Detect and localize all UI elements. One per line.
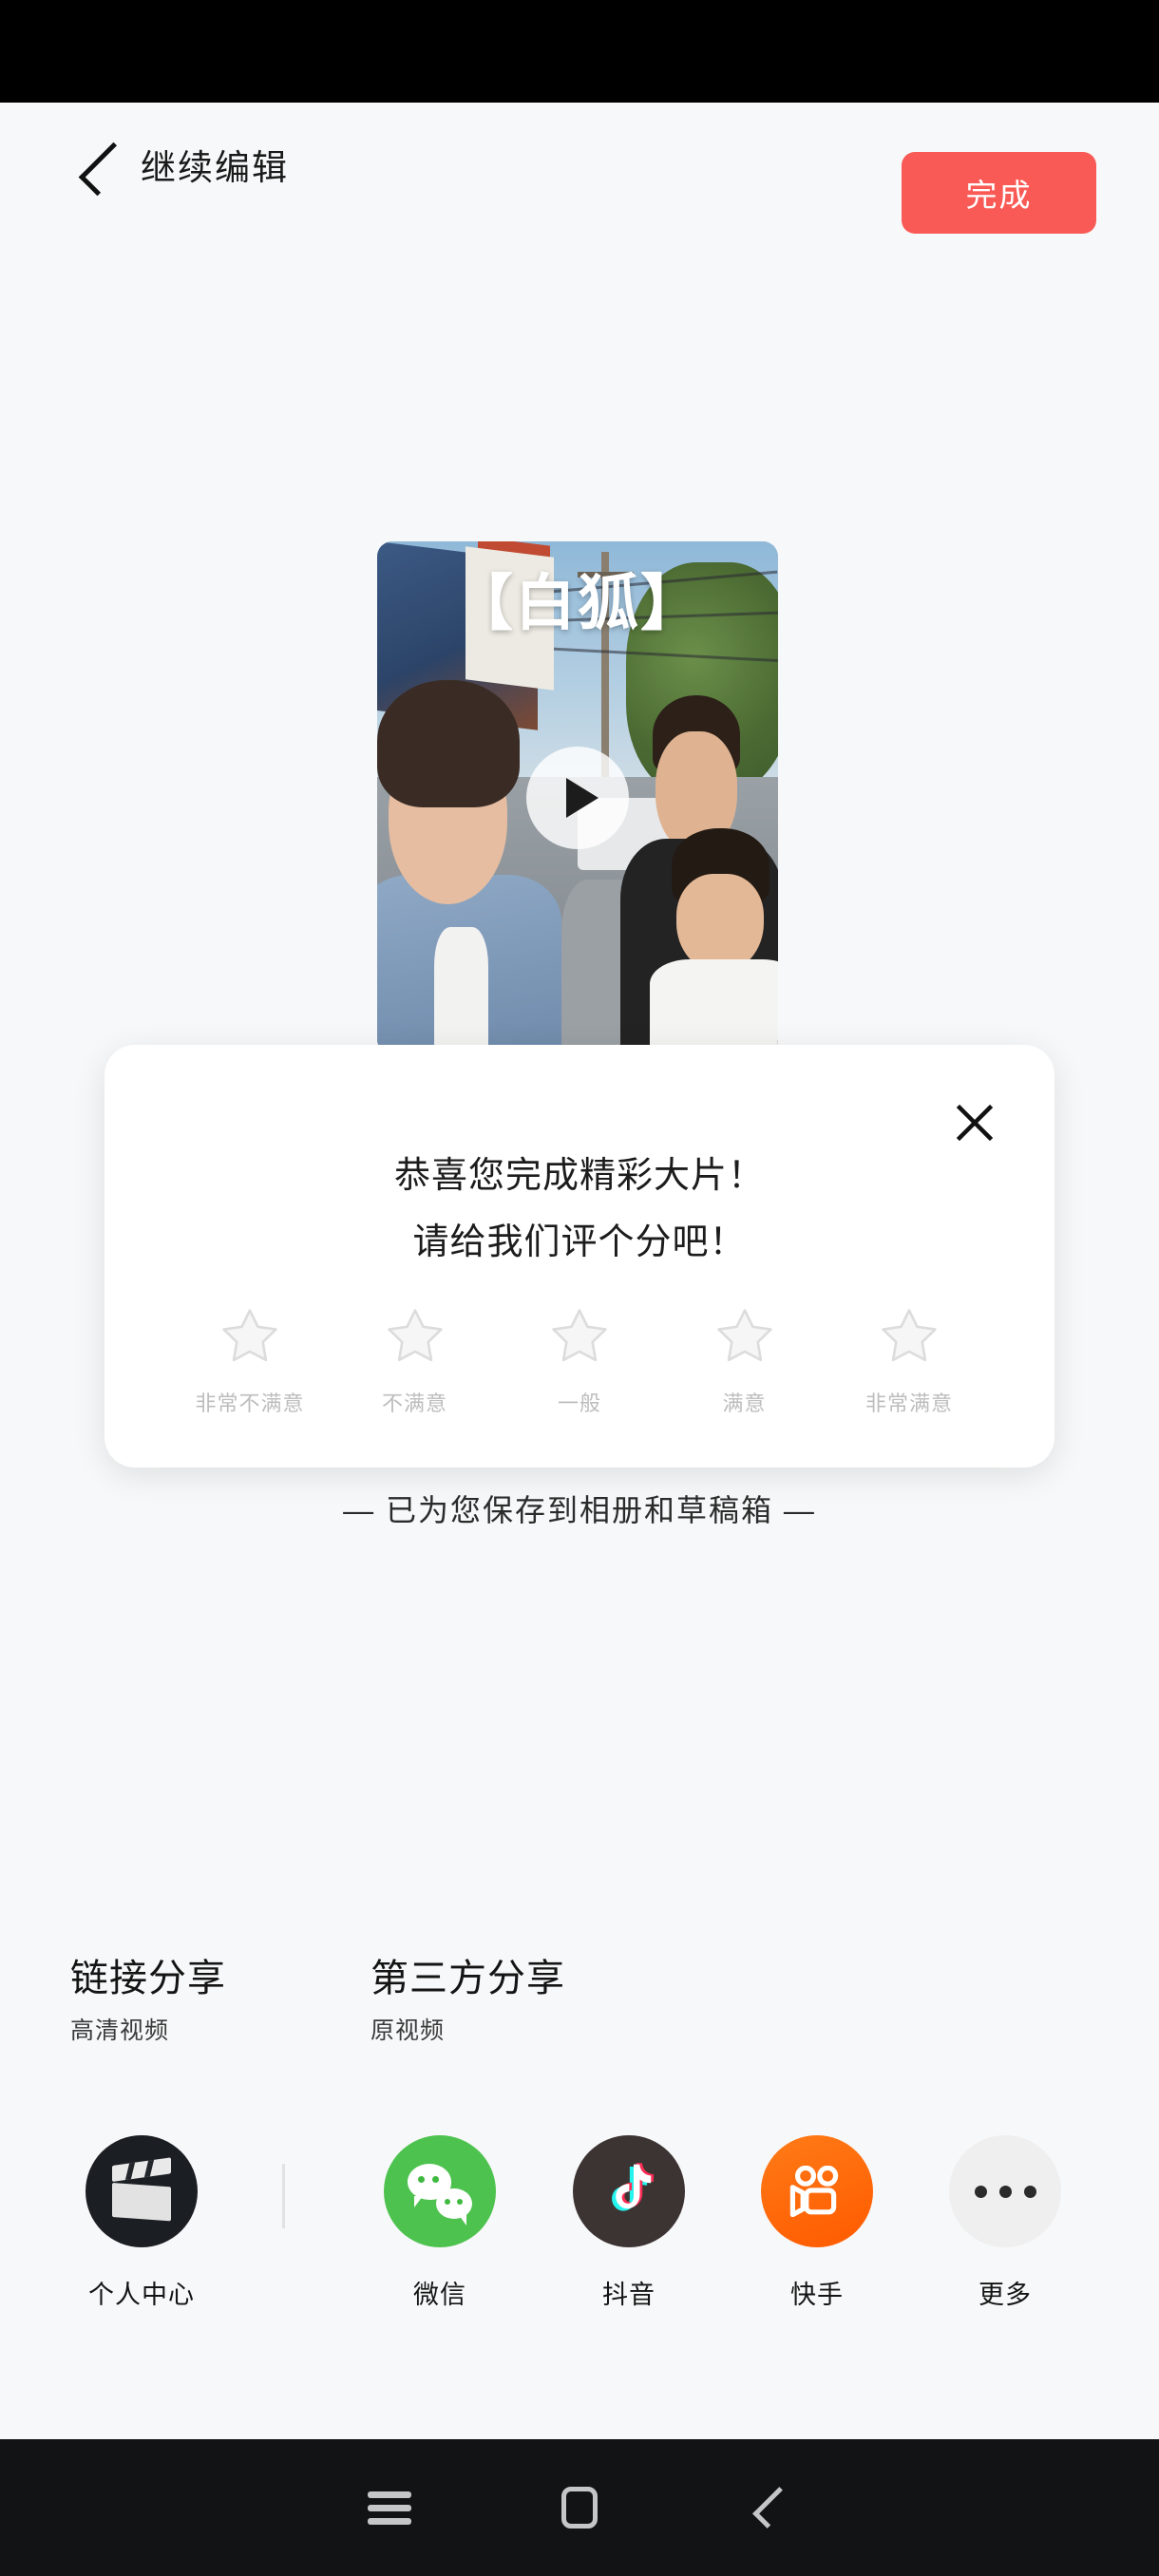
dialog-title: 恭喜您完成精彩大片！ (393, 1156, 765, 1196)
rating-star-label: 非常不满意 (195, 1392, 305, 1415)
third-party-share-title: 第三方分享 (370, 1958, 565, 1999)
app-root: 继续编辑 完成 【白狐】 恭喜您完成精彩大片！ 请给我们评个分吧！ 非常不满意 … (0, 0, 1159, 2576)
share-item-more[interactable]: 更多 (929, 2135, 1081, 2311)
star-outline-icon (716, 1309, 772, 1362)
rating-star-label: 满意 (722, 1392, 767, 1415)
recents-button[interactable] (294, 2439, 484, 2576)
rating-star-label: 一般 (557, 1392, 601, 1415)
star-outline-icon (222, 1309, 277, 1362)
done-button[interactable]: 完成 (902, 152, 1096, 234)
link-share-subtitle: 高清视频 (70, 2017, 170, 2044)
star-outline-icon (387, 1309, 443, 1362)
menu-icon (368, 2485, 411, 2531)
share-item-label: 个人中心 (88, 2281, 195, 2309)
share-item-label: 快手 (790, 2281, 844, 2309)
wechat-icon (384, 2135, 496, 2247)
share-item-personal-center[interactable]: 个人中心 (66, 2135, 218, 2311)
rating-stars-row: 非常不满意 不满意 一般 满意 非常满意 (179, 1303, 980, 1417)
dialog-subtitle: 请给我们评个分吧！ (412, 1222, 747, 1262)
rating-dialog: 恭喜您完成精彩大片！ 请给我们评个分吧！ 非常不满意 不满意 一般 满意 非常满… (104, 1045, 1054, 1468)
rating-star-3[interactable]: 一般 (508, 1303, 651, 1417)
share-item-label: 抖音 (602, 2281, 656, 2309)
star-outline-icon (552, 1309, 607, 1362)
third-party-share-heading: 第三方分享 原视频 (370, 1952, 565, 2047)
link-share-title: 链接分享 (70, 1958, 226, 1999)
page-title: 继续编辑 (141, 148, 289, 187)
share-item-label: 微信 (413, 2281, 466, 2309)
status-bar (0, 0, 1159, 103)
video-preview-card[interactable]: 【白狐】 (377, 541, 778, 1054)
more-icon (949, 2135, 1061, 2247)
home-button[interactable] (484, 2439, 674, 2576)
share-item-label: 更多 (978, 2281, 1032, 2309)
rating-star-2[interactable]: 不满意 (344, 1303, 486, 1417)
chevron-left-icon (78, 142, 133, 197)
douyin-icon (573, 2135, 685, 2247)
back-button[interactable] (55, 123, 146, 215)
home-square-icon (561, 2487, 598, 2529)
android-nav-bar (0, 2439, 1159, 2576)
film-slate-icon (86, 2135, 198, 2247)
kuaishou-icon (761, 2135, 873, 2247)
saved-status-text: — 已为您保存到相册和草稿箱 — (343, 1493, 816, 1527)
share-item-douyin[interactable]: 抖音 (553, 2135, 705, 2311)
share-item-kuaishou[interactable]: 快手 (741, 2135, 893, 2311)
play-icon[interactable] (526, 747, 629, 849)
third-party-share-subtitle: 原视频 (370, 2017, 446, 2044)
share-item-wechat[interactable]: 微信 (364, 2135, 516, 2311)
system-back-button[interactable] (674, 2439, 864, 2576)
share-divider (282, 2164, 285, 2228)
rating-star-4[interactable]: 满意 (674, 1303, 816, 1417)
chevron-left-icon (752, 2487, 794, 2529)
star-outline-icon (882, 1309, 937, 1362)
video-overlay-title: 【白狐】 (452, 569, 703, 638)
rating-star-1[interactable]: 非常不满意 (179, 1303, 321, 1417)
rating-star-label: 非常满意 (864, 1392, 953, 1415)
rating-star-5[interactable]: 非常满意 (838, 1303, 980, 1417)
link-share-heading: 链接分享 高清视频 (70, 1952, 226, 2047)
share-targets-row: 个人中心 微信 抖音 快手 更多 (0, 2135, 1159, 2354)
rating-star-label: 不满意 (381, 1392, 447, 1415)
